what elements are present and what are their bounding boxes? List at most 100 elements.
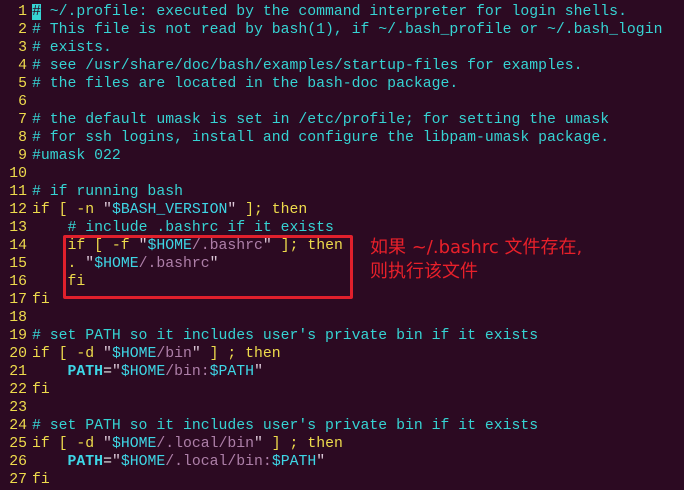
code-token: # include .bashrc if it exists	[67, 220, 334, 236]
code-line[interactable]: 18	[0, 309, 662, 327]
code-line[interactable]: 3 # exists.	[0, 39, 662, 57]
code-token: =	[103, 454, 112, 470]
line-text: fi	[32, 291, 50, 309]
line-number: 16	[9, 274, 27, 290]
line-number: 3	[18, 40, 27, 56]
code-token: # see /usr/share/doc/bash/examples/start…	[32, 58, 583, 74]
line-number: 4	[18, 58, 27, 74]
code-token: PATH	[67, 364, 104, 380]
code-token: $HOME	[111, 346, 157, 362]
code-token: /bin	[156, 346, 192, 362]
code-line[interactable]: 4 # see /usr/share/doc/bash/examples/star…	[0, 57, 662, 75]
line-number: 6	[18, 94, 27, 110]
code-line[interactable]: 6	[0, 93, 662, 111]
code-line[interactable]: 2 # This file is not read by bash(1), if …	[0, 21, 662, 39]
code-line[interactable]: 7 # the default umask is set in /etc/prof…	[0, 111, 662, 129]
code-line[interactable]: 9 #umask 022	[0, 147, 662, 165]
code-line[interactable]: 12 if [ -n "$BASH_VERSION" ]; then	[0, 201, 662, 219]
code-token: "	[227, 202, 237, 218]
line-text: #umask 022	[32, 147, 121, 165]
line-number: 2	[18, 22, 27, 38]
line-number: 22	[9, 382, 27, 398]
line-number: 21	[9, 364, 27, 380]
code-token: #umask 022	[32, 148, 121, 164]
code-line[interactable]: 1 # ~/.profile: executed by the command i…	[0, 3, 662, 21]
line-text: if [ -n "$BASH_VERSION" ]; then	[32, 201, 307, 219]
line-text: # if running bash	[32, 183, 183, 201]
line-text: # the default umask is set in /etc/profi…	[32, 111, 609, 129]
code-line[interactable]: 5 # the files are located in the bash-doc…	[0, 75, 662, 93]
line-text: # ~/.profile: executed by the command in…	[32, 3, 627, 21]
code-line[interactable]: 27 fi	[0, 471, 662, 489]
annotation-line-2: 则执行该文件	[370, 261, 478, 282]
line-number: 26	[9, 454, 27, 470]
code-line[interactable]: 8 # for ssh logins, install and configure…	[0, 129, 662, 147]
line-number: 15	[9, 256, 27, 272]
line-number: 7	[18, 112, 27, 128]
code-token: ~/.profile: executed by the command inte…	[40, 4, 627, 20]
line-text: if [ -d "$HOME/.local/bin" ] ; then	[32, 435, 343, 453]
code-token: /.local/bin:	[165, 454, 272, 470]
code-line[interactable]: 21 PATH="$HOME/bin:$PATH"	[0, 363, 662, 381]
code-line[interactable]: 20 if [ -d "$HOME/bin" ] ; then	[0, 345, 662, 363]
line-number: 23	[9, 400, 27, 416]
line-text: PATH="$HOME/bin:$PATH"	[32, 363, 263, 381]
code-token: $HOME	[120, 454, 166, 470]
line-text: PATH="$HOME/.local/bin:$PATH"	[32, 453, 326, 471]
code-line[interactable]: 24 # set PATH so it includes user's priva…	[0, 417, 662, 435]
line-number: 14	[9, 238, 27, 254]
line-number: 20	[9, 346, 27, 362]
line-number: 27	[9, 472, 27, 488]
line-number: 18	[9, 310, 27, 326]
line-text: # see /usr/share/doc/bash/examples/start…	[32, 57, 583, 75]
code-line[interactable]: 23	[0, 399, 662, 417]
line-number: 13	[9, 220, 27, 236]
code-token: /.local/bin	[156, 436, 255, 452]
line-number: 10	[9, 166, 27, 182]
line-number: 8	[18, 130, 27, 146]
line-text: fi	[32, 471, 50, 489]
line-number: 9	[18, 148, 27, 164]
code-token: # for ssh logins, install and configure …	[32, 130, 610, 146]
line-text: if [ -d "$HOME/bin" ] ; then	[32, 345, 281, 363]
code-line[interactable]: 11 # if running bash	[0, 183, 662, 201]
code-line[interactable]: 19 # set PATH so it includes user's priva…	[0, 327, 662, 345]
line-text: # This file is not read by bash(1), if ~…	[32, 21, 662, 39]
annotation-line-1: 如果 ~/.bashrc 文件存在,	[370, 237, 583, 258]
code-token: "	[254, 364, 263, 380]
code-token: if [ -d	[32, 346, 104, 362]
cursor: #	[32, 4, 41, 20]
code-line[interactable]: 22 fi	[0, 381, 662, 399]
line-text: # set PATH so it includes user's private…	[32, 327, 538, 345]
code-token: "	[103, 346, 112, 362]
line-text: # exists.	[32, 39, 112, 57]
code-token: if [ -d	[32, 436, 104, 452]
code-token: ] ; then	[200, 346, 281, 362]
code-token: if [ -n	[32, 202, 104, 218]
line-number: 11	[9, 184, 27, 200]
code-token: "	[103, 202, 112, 218]
code-token: "	[111, 364, 121, 380]
code-token: ]; then	[236, 202, 308, 218]
line-text: # the files are located in the bash-doc …	[32, 75, 458, 93]
code-line[interactable]: 26 PATH="$HOME/.local/bin:$PATH"	[0, 453, 662, 471]
code-token: ] ; then	[262, 436, 343, 452]
code-line[interactable]: 10	[0, 165, 662, 183]
code-token: fi	[32, 292, 50, 308]
code-token: # This file is not read by bash(1), if ~…	[32, 22, 663, 38]
code-token: # the default umask is set in /etc/profi…	[32, 112, 610, 128]
code-token: "	[254, 436, 263, 452]
line-number: 12	[9, 202, 27, 218]
code-token: "	[316, 454, 326, 470]
code-token: "	[103, 436, 112, 452]
code-line[interactable]: 25 if [ -d "$HOME/.local/bin" ] ; then	[0, 435, 662, 453]
code-token: $PATH	[209, 364, 255, 380]
code-token: # set PATH so it includes user's private…	[32, 418, 539, 434]
code-token: fi	[32, 382, 50, 398]
code-token: =	[103, 364, 112, 380]
line-number: 17	[9, 292, 27, 308]
line-text: fi	[32, 381, 50, 399]
